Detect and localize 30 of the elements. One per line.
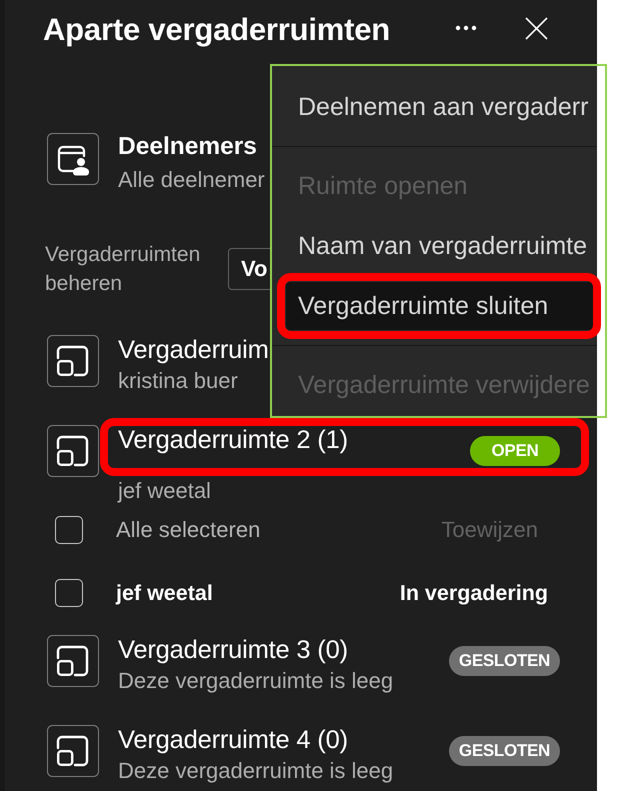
window-person-icon [47, 133, 99, 185]
more-icon[interactable] [455, 25, 477, 31]
participant-status: In vergadering [400, 580, 548, 606]
room-icon [47, 335, 99, 387]
option-button[interactable]: Vo [228, 248, 270, 290]
room-icon [47, 425, 99, 477]
checkbox[interactable] [55, 516, 83, 544]
status-badge: GESLOTEN [448, 736, 560, 766]
room-title: Vergaderruimte 3 (0) [118, 636, 348, 664]
status-badge: OPEN [470, 436, 560, 466]
room-subtitle: Deze vergaderruimte is leeg [118, 668, 394, 694]
room-title: Vergaderruim [118, 336, 269, 364]
participants-title: Deelnemers [118, 133, 257, 161]
room-icon [47, 635, 99, 687]
menu-item[interactable]: Deelnemen aan vergaderr [286, 83, 597, 131]
panel-title: Aparte vergaderruimten [43, 12, 390, 48]
menu-item[interactable]: Naam van vergaderruimte [286, 222, 597, 270]
close-icon[interactable] [525, 17, 548, 40]
participant-name: jef weetal [116, 580, 213, 606]
select-all-label: Alle selecteren [116, 517, 260, 543]
room-icon [47, 725, 99, 777]
manage-label: Vergaderruimten beheren [45, 242, 202, 297]
room-subtitle: Deze vergaderruimte is leeg [118, 758, 394, 784]
checkbox[interactable] [55, 579, 83, 607]
participants-subtitle: Alle deelnemer [118, 167, 265, 193]
room-title: Vergaderruimte 2 (1) [118, 426, 348, 454]
room-subtitle: jef weetal [118, 478, 211, 504]
room-title: Vergaderruimte 4 (0) [118, 726, 348, 754]
status-badge: GESLOTEN [448, 646, 560, 676]
room-subtitle: kristina buer [118, 368, 238, 394]
